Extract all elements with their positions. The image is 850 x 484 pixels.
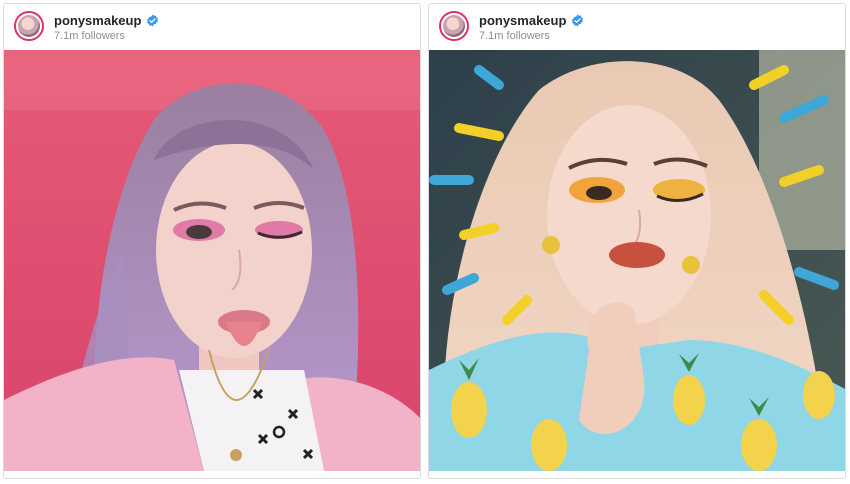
username-row: ponysmakeup bbox=[54, 13, 159, 28]
post-header: ponysmakeup 7.1m followers bbox=[429, 4, 845, 49]
username-link[interactable]: ponysmakeup bbox=[479, 13, 566, 28]
avatar-image bbox=[18, 15, 40, 37]
post-photo[interactable] bbox=[4, 50, 420, 471]
post-header: ponysmakeup 7.1m followers bbox=[4, 4, 420, 49]
verified-badge-icon bbox=[147, 14, 159, 27]
profile-avatar[interactable] bbox=[439, 11, 469, 41]
avatar-image bbox=[443, 15, 465, 37]
photo-illustration bbox=[4, 50, 420, 471]
post-card-2: ponysmakeup 7.1m followers bbox=[428, 3, 846, 479]
followers-count: 7.1m followers bbox=[54, 30, 125, 42]
photo-illustration bbox=[429, 50, 845, 471]
profile-avatar[interactable] bbox=[14, 11, 44, 41]
username-link[interactable]: ponysmakeup bbox=[54, 13, 141, 28]
verified-badge-icon bbox=[572, 14, 584, 27]
username-row: ponysmakeup bbox=[479, 13, 584, 28]
post-card-1: ponysmakeup 7.1m followers bbox=[3, 3, 421, 479]
post-photo[interactable] bbox=[429, 50, 845, 471]
followers-count: 7.1m followers bbox=[479, 30, 550, 42]
